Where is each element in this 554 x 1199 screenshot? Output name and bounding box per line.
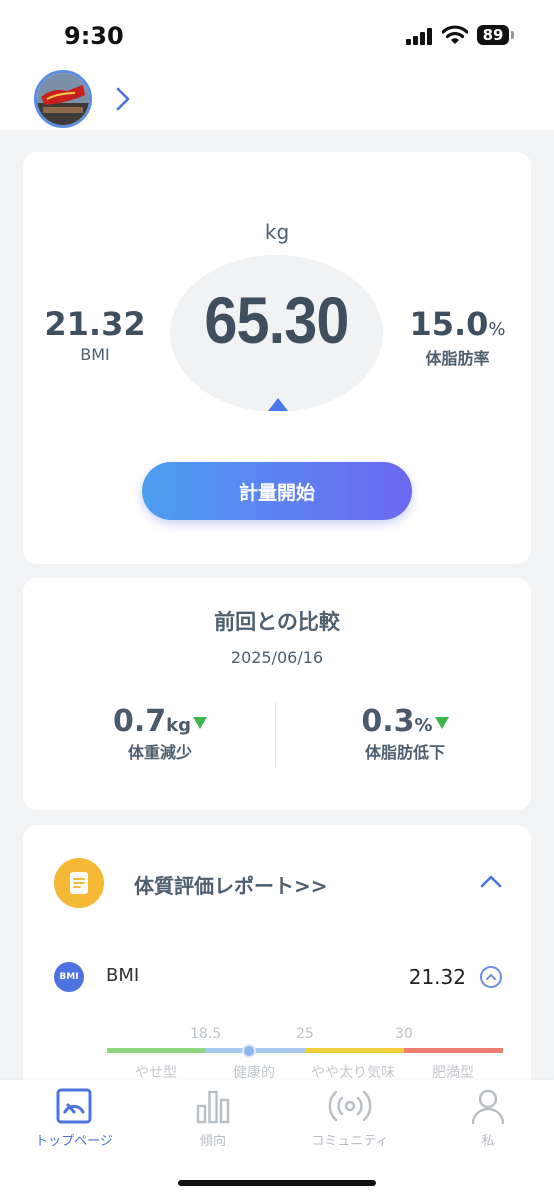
wifi-icon <box>442 25 468 44</box>
body-fat-value: 15.0% <box>400 305 515 343</box>
tab-home-label: トップページ <box>35 1134 113 1149</box>
chevron-right-icon[interactable] <box>114 86 132 112</box>
bar-chart-icon <box>196 1090 230 1124</box>
cellular-signal-icon <box>406 28 434 45</box>
chevron-up-icon[interactable] <box>479 873 503 889</box>
scale-range-label: やせ型 <box>135 1065 177 1081</box>
tab-community[interactable]: コミュニティ <box>300 1086 400 1149</box>
comparison-date: 2025/06/16 <box>230 648 324 667</box>
scale-tick: 30 <box>395 1026 413 1042</box>
battery-indicator: 89 <box>477 25 509 45</box>
battery-tip <box>511 31 514 39</box>
bmi-value: 21.32 <box>44 305 146 343</box>
scale-segment-obese <box>404 1048 503 1053</box>
body-fat-number: 15.0 <box>409 305 489 343</box>
bmi-badge-icon: BMI <box>54 962 84 992</box>
bmi-scale-marker <box>242 1044 256 1058</box>
down-arrow-icon <box>193 716 207 729</box>
scale-tick: 25 <box>296 1026 314 1042</box>
report-title-link[interactable]: 体質評価レポート>> <box>134 870 328 899</box>
bmi-row-value: 21.32 <box>408 965 466 989</box>
scale-range-label: 健康的 <box>233 1065 275 1081</box>
person-icon <box>471 1089 505 1125</box>
comparison-title: 前回との比較 <box>214 610 340 634</box>
report-document-icon <box>54 858 104 908</box>
body-fat-label: 体脂肪率 <box>425 349 490 368</box>
gauge-icon <box>56 1088 92 1124</box>
home-indicator <box>178 1180 376 1186</box>
bmi-row-label: BMI <box>106 965 140 986</box>
broadcast-icon <box>328 1090 372 1122</box>
fat-change-value: 0.3 <box>361 704 415 739</box>
avatar[interactable] <box>34 70 92 128</box>
weight-pointer-icon <box>268 398 288 411</box>
tab-community-label: コミュニティ <box>311 1134 389 1149</box>
weight-change-label: 体重減少 <box>127 743 192 762</box>
tab-home[interactable]: トップページ <box>24 1086 124 1149</box>
comparison-divider <box>275 702 276 766</box>
weight-unit: kg <box>264 220 290 244</box>
weight-value: 65.30 <box>204 283 349 357</box>
body-fat-unit: % <box>488 319 506 340</box>
scale-segment-underweight <box>107 1048 205 1053</box>
tab-me[interactable]: 私 <box>438 1086 538 1149</box>
fat-change-label: 体脂肪低下 <box>364 743 445 762</box>
scale-range-label: やや太り気味 <box>311 1065 395 1081</box>
start-measurement-button[interactable]: 計量開始 <box>142 462 412 520</box>
weight-change-value: 0.7 <box>112 704 167 739</box>
weight-change-unit: kg <box>166 715 191 736</box>
tab-me-label: 私 <box>481 1134 495 1149</box>
fat-change-unit: % <box>414 715 433 736</box>
tab-trend[interactable]: 傾向 <box>163 1086 263 1149</box>
bmi-label: BMI <box>80 345 110 364</box>
scale-segment-overweight <box>305 1048 404 1053</box>
status-time: 9:30 <box>64 22 124 50</box>
fat-change: 0.3% 体脂肪低下 <box>305 704 505 763</box>
scale-tick: 18.5 <box>190 1026 222 1042</box>
bmi-collapse-icon[interactable] <box>480 966 502 988</box>
tab-trend-label: 傾向 <box>199 1134 226 1149</box>
down-arrow-icon <box>434 716 449 729</box>
scale-range-label: 肥満型 <box>432 1065 474 1081</box>
avatar-image <box>37 73 89 125</box>
weight-change: 0.7kg 体重減少 <box>60 704 260 763</box>
